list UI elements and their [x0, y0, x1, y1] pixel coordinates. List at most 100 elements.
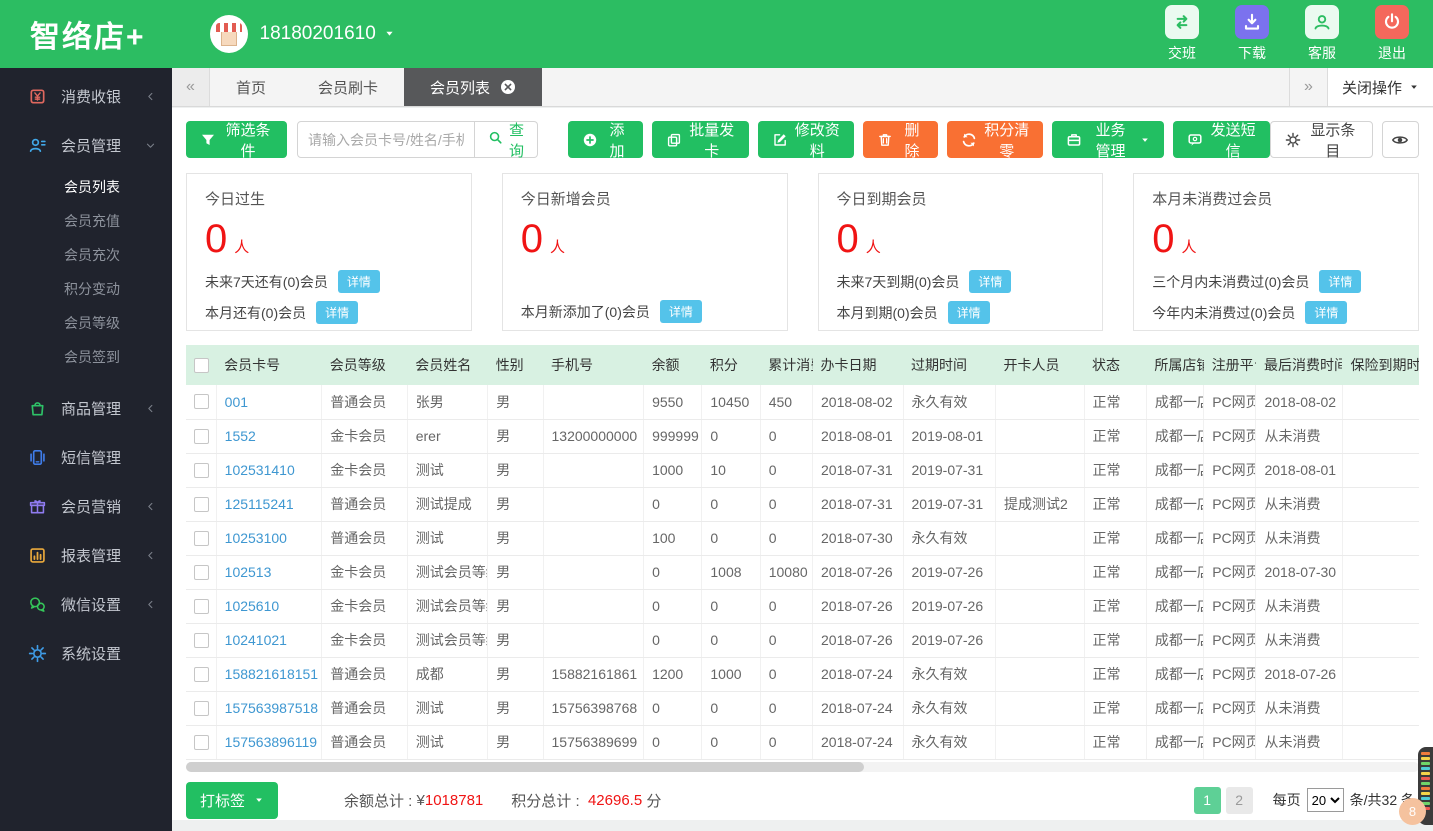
sidebar-subitem-member-4[interactable]: 会员等级	[0, 306, 172, 340]
header-action-download[interactable]: 下载	[1235, 5, 1269, 63]
row-checkbox[interactable]	[194, 564, 209, 580]
floating-widget[interactable]: 8	[1393, 747, 1433, 825]
table-cell: 从未消费	[1255, 589, 1343, 624]
detail-badge[interactable]: 详情	[947, 301, 990, 324]
widget-badge[interactable]: 8	[1399, 798, 1426, 825]
member-card-link[interactable]: 158821618151	[216, 657, 323, 692]
page-button-2[interactable]: 2	[1225, 786, 1253, 814]
row-checkbox[interactable]	[194, 530, 209, 546]
select-all-checkbox[interactable]	[194, 357, 209, 373]
sidebar-item-marketing[interactable]: 会员营销	[0, 482, 172, 531]
row-checkbox[interactable]	[194, 700, 209, 716]
tab-member-swipe[interactable]: 会员刷卡	[292, 68, 404, 106]
member-card-link[interactable]: 10241021	[216, 623, 323, 658]
sidebar-item-label: 会员管理	[61, 138, 122, 155]
row-checkbox[interactable]	[194, 734, 209, 750]
row-checkbox[interactable]	[194, 666, 209, 682]
member-card-link[interactable]: 1552	[216, 419, 323, 454]
edit-profile-button[interactable]: 修改资料	[757, 121, 854, 160]
sidebar-item-sms[interactable]: 短信管理	[0, 433, 172, 482]
display-columns-button[interactable]: 显示条目	[1269, 121, 1373, 160]
sidebar-item-wechat[interactable]: 微信设置	[0, 580, 172, 629]
search-input[interactable]	[296, 121, 475, 158]
table-cell: 测试	[407, 691, 489, 726]
detail-badge[interactable]: 详情	[659, 300, 702, 323]
row-select-cell	[186, 487, 217, 522]
sidebar-submenu-member: 会员列表 会员充值 会员充次 积分变动 会员等级 会员签到	[0, 170, 172, 374]
close-icon[interactable]	[500, 79, 516, 95]
tab-scroll-left-button[interactable]: «	[172, 68, 210, 106]
table-cell: 测试会员等级	[407, 623, 489, 658]
business-button[interactable]: 业务管理	[1052, 121, 1165, 160]
chevron-left-icon	[145, 403, 156, 414]
sidebar-item-system[interactable]: 系统设置	[0, 629, 172, 678]
stat-value-unit: 人	[234, 239, 250, 256]
table-cell	[1342, 385, 1419, 420]
header-action-shift[interactable]: 交班	[1165, 5, 1199, 63]
sidebar-subitem-member-5[interactable]: 会员签到	[0, 340, 172, 374]
row-checkbox[interactable]	[194, 632, 209, 648]
stat-value-number: 0	[205, 217, 228, 261]
avatar[interactable]	[209, 15, 248, 53]
member-card-link[interactable]: 102531410	[216, 453, 323, 488]
table-cell: 从未消费	[1255, 521, 1343, 556]
horizontal-scrollbar-thumb[interactable]	[186, 761, 865, 772]
table-cell: 男	[487, 589, 544, 624]
per-page-select[interactable]: 20	[1306, 788, 1344, 812]
row-checkbox[interactable]	[194, 598, 209, 614]
sidebar-item-goods[interactable]: 商品管理	[0, 384, 172, 433]
header-action-logout[interactable]: 退出	[1375, 5, 1409, 63]
header-action-service[interactable]: 客服	[1305, 5, 1339, 63]
detail-badge[interactable]: 详情	[969, 270, 1012, 293]
filter-button[interactable]: 筛选条件	[186, 121, 287, 160]
points-reset-button[interactable]: 积分清零	[947, 121, 1044, 160]
delete-button[interactable]: 删 除	[862, 121, 939, 160]
sidebar-subitem-member-0[interactable]: 会员列表	[0, 170, 172, 204]
table-cell: PC网页	[1203, 521, 1257, 556]
table-row: 10241021金卡会员测试会员等级男0002018-07-262019-07-…	[186, 623, 1419, 658]
send-sms-button[interactable]: 发送短信	[1173, 121, 1270, 160]
detail-badge[interactable]: 详情	[337, 270, 380, 293]
member-card-link[interactable]: 10253100	[216, 521, 323, 556]
sidebar-subitem-member-1[interactable]: 会员充值	[0, 204, 172, 238]
stat-line-text: 未来7天还有(0)会员	[205, 273, 328, 290]
sidebar-item-member[interactable]: 会员管理	[0, 121, 172, 170]
row-checkbox[interactable]	[194, 428, 209, 444]
member-card-link[interactable]: 157563987518	[216, 691, 323, 726]
table-cell	[1342, 453, 1419, 488]
table-cell	[543, 555, 645, 590]
sidebar-subitem-member-3[interactable]: 积分变动	[0, 272, 172, 306]
row-checkbox[interactable]	[194, 496, 209, 512]
row-checkbox[interactable]	[194, 462, 209, 478]
tab-home[interactable]: 首页	[210, 68, 292, 106]
print-tag-button[interactable]: 打标签	[186, 781, 279, 819]
batch-issue-button[interactable]: 批量发卡	[652, 121, 749, 160]
table-cell	[543, 521, 645, 556]
row-checkbox[interactable]	[194, 394, 209, 410]
member-card-link[interactable]: 001	[216, 385, 323, 420]
sidebar-subitem-member-2[interactable]: 会员充次	[0, 238, 172, 272]
detail-badge[interactable]: 详情	[1305, 301, 1348, 324]
detail-badge[interactable]: 详情	[316, 301, 359, 324]
table-cell: 15882161861	[543, 657, 645, 692]
column-header-4: 手机号	[543, 345, 644, 385]
member-card-link[interactable]: 1025610	[216, 589, 323, 624]
tab-scroll-right-button[interactable]: »	[1288, 68, 1327, 106]
swap-icon	[1165, 5, 1199, 39]
add-button[interactable]: 添 加	[567, 121, 644, 160]
column-header-15: 保险到期时间	[1342, 345, 1419, 385]
search-button[interactable]: 查询	[474, 121, 538, 160]
member-card-link[interactable]: 125115241	[216, 487, 323, 522]
account-menu[interactable]: 18180201610	[260, 23, 395, 45]
member-card-link[interactable]: 102513	[216, 555, 323, 590]
detail-badge[interactable]: 详情	[1319, 270, 1362, 293]
visibility-toggle-button[interactable]	[1381, 121, 1419, 158]
table-cell: 永久有效	[903, 691, 997, 726]
close-operations-button[interactable]: 关闭操作	[1326, 68, 1433, 106]
sidebar-item-cashier[interactable]: 消费收银	[0, 72, 172, 121]
sidebar-item-report[interactable]: 报表管理	[0, 531, 172, 580]
tab-member-list[interactable]: 会员列表	[404, 68, 543, 106]
table-cell: 正常	[1084, 555, 1147, 590]
page-button-1[interactable]: 1	[1193, 786, 1221, 814]
member-card-link[interactable]: 157563896119	[216, 725, 323, 760]
